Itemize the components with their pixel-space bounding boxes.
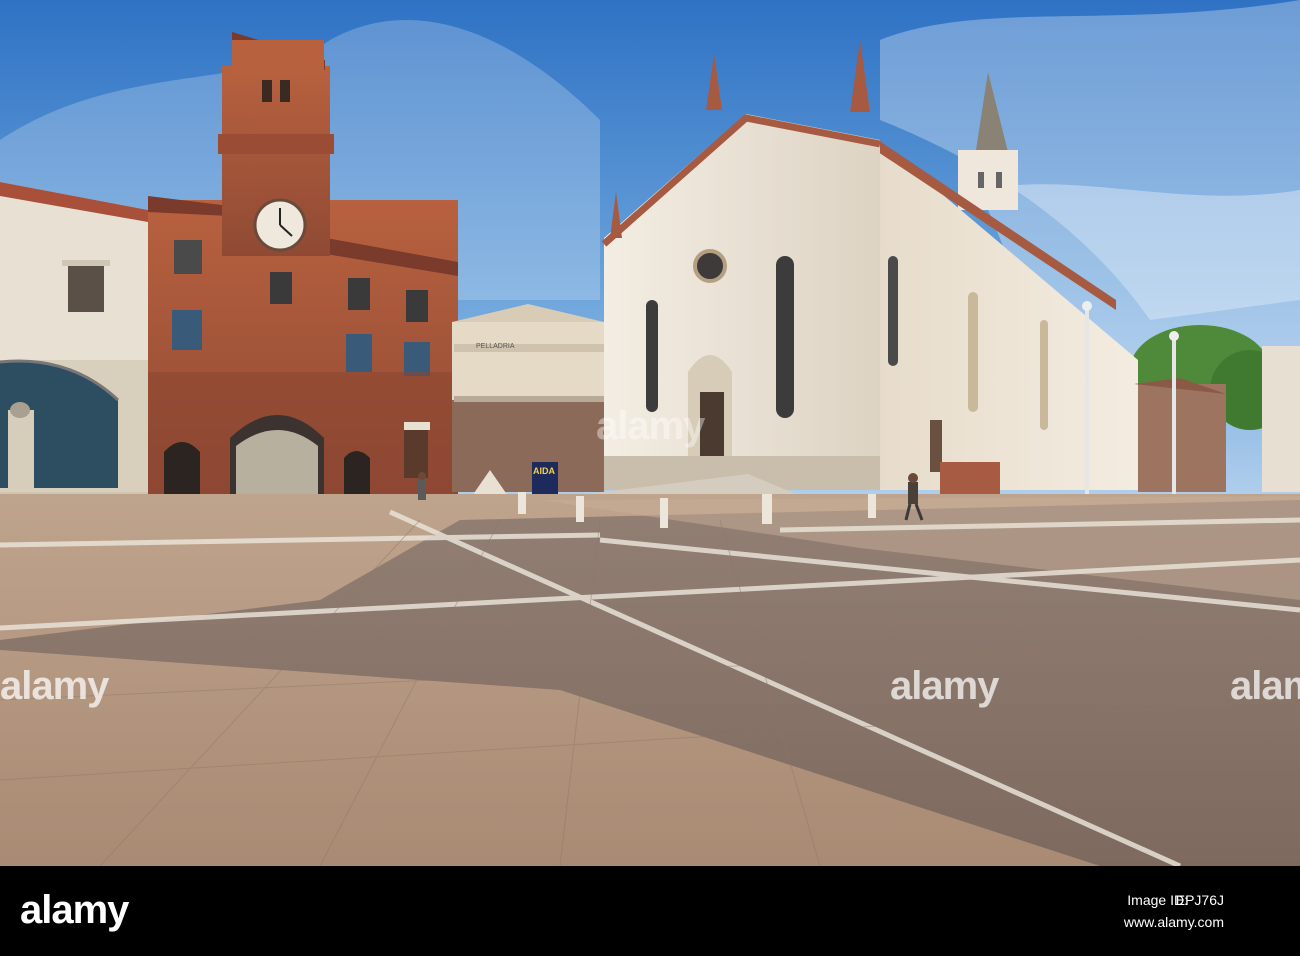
watermark-left: alamy (0, 664, 109, 708)
watermark-top: alamy (596, 404, 705, 448)
watermark-center: alamy (890, 664, 999, 708)
pedestrian (418, 472, 426, 500)
pelladria-sign: PELLADRIA (476, 343, 515, 350)
photo-scene: PELLADRIA AIDA alamy alamy alamy ala (0, 0, 1300, 956)
distant-building: PELLADRIA (452, 304, 604, 492)
stock-footer: alamy Image ID: EPJ76J www.alamy.com (0, 866, 1300, 956)
watermark-right: alamy (1230, 664, 1300, 708)
svg-text:AIDA: AIDA (533, 466, 555, 476)
alamy-logo: alamy (20, 888, 129, 932)
image-id-code: EPJ76J (1175, 892, 1224, 908)
alamy-url: www.alamy.com (1123, 914, 1224, 930)
left-building (0, 182, 148, 520)
